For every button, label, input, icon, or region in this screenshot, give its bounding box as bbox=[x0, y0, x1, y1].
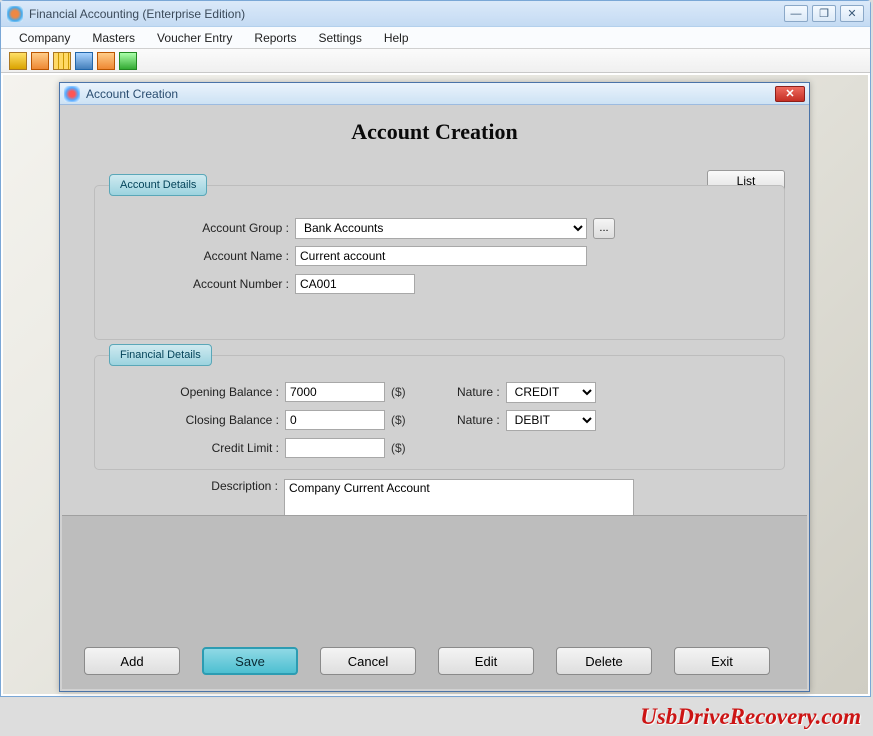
menu-company[interactable]: Company bbox=[9, 29, 80, 47]
closing-balance-input[interactable] bbox=[285, 410, 385, 430]
opening-currency: ($) bbox=[391, 385, 406, 399]
close-window-button[interactable]: ✕ bbox=[840, 5, 864, 22]
account-group-browse-button[interactable]: ... bbox=[593, 218, 615, 239]
app-icon bbox=[7, 6, 23, 22]
dialog-button-bar: Add Save Cancel Edit Delete Exit bbox=[62, 515, 807, 689]
account-creation-dialog: Account Creation ✕ Account Creation List… bbox=[59, 82, 810, 692]
account-details-legend: Account Details bbox=[109, 174, 207, 196]
menu-voucher-entry[interactable]: Voucher Entry bbox=[147, 29, 242, 47]
account-name-label: Account Name : bbox=[165, 249, 295, 263]
closing-balance-label: Closing Balance : bbox=[155, 413, 285, 427]
cancel-button[interactable]: Cancel bbox=[320, 647, 416, 675]
account-details-fieldset: Account Details Account Group : Bank Acc… bbox=[94, 185, 785, 340]
dialog-title-text: Account Creation bbox=[86, 87, 775, 101]
save-button[interactable]: Save bbox=[202, 647, 298, 675]
menu-masters[interactable]: Masters bbox=[82, 29, 145, 47]
window-title: Financial Accounting (Enterprise Edition… bbox=[29, 7, 784, 21]
menu-settings[interactable]: Settings bbox=[308, 29, 371, 47]
titlebar: Financial Accounting (Enterprise Edition… bbox=[1, 1, 870, 27]
dialog-body: Account Creation List Account Details Ac… bbox=[60, 105, 809, 691]
menu-help[interactable]: Help bbox=[374, 29, 419, 47]
closing-currency: ($) bbox=[391, 413, 406, 427]
account-group-select[interactable]: Bank Accounts bbox=[295, 218, 587, 239]
credit-limit-label: Credit Limit : bbox=[155, 441, 285, 455]
dialog-close-button[interactable]: ✕ bbox=[775, 86, 805, 102]
account-name-input[interactable] bbox=[295, 246, 587, 266]
toolbar-calendar-icon[interactable] bbox=[53, 52, 71, 70]
add-button[interactable]: Add bbox=[84, 647, 180, 675]
delete-button[interactable]: Delete bbox=[556, 647, 652, 675]
opening-balance-input[interactable] bbox=[285, 382, 385, 402]
financial-details-legend: Financial Details bbox=[109, 344, 212, 366]
maximize-button[interactable]: ❐ bbox=[812, 5, 836, 22]
exit-button[interactable]: Exit bbox=[674, 647, 770, 675]
financial-details-fieldset: Financial Details Opening Balance : ($) … bbox=[94, 355, 785, 470]
dialog-titlebar: Account Creation ✕ bbox=[60, 83, 809, 105]
nature-opening-select[interactable]: CREDIT bbox=[506, 382, 596, 403]
toolbar-ledger-icon[interactable] bbox=[75, 52, 93, 70]
edit-button[interactable]: Edit bbox=[438, 647, 534, 675]
account-group-label: Account Group : bbox=[165, 221, 295, 235]
menubar: Company Masters Voucher Entry Reports Se… bbox=[1, 27, 870, 49]
nature-closing-select[interactable]: DEBIT bbox=[506, 410, 596, 431]
nature-closing-label: Nature : bbox=[436, 413, 506, 427]
menu-reports[interactable]: Reports bbox=[244, 29, 306, 47]
opening-balance-label: Opening Balance : bbox=[155, 385, 285, 399]
toolbar-report-icon[interactable] bbox=[119, 52, 137, 70]
nature-opening-label: Nature : bbox=[436, 385, 506, 399]
account-number-label: Account Number : bbox=[165, 277, 295, 291]
minimize-button[interactable]: — bbox=[784, 5, 808, 22]
dialog-icon bbox=[64, 86, 80, 102]
credit-limit-currency: ($) bbox=[391, 441, 406, 455]
dialog-heading: Account Creation bbox=[60, 105, 809, 155]
credit-limit-input[interactable] bbox=[285, 438, 385, 458]
account-number-input[interactable] bbox=[295, 274, 415, 294]
watermark-text: UsbDriveRecovery.com bbox=[640, 704, 861, 730]
toolbar-tag-icon[interactable] bbox=[97, 52, 115, 70]
toolbar-edit-icon[interactable] bbox=[31, 52, 49, 70]
toolbar bbox=[1, 49, 870, 73]
toolbar-open-icon[interactable] bbox=[9, 52, 27, 70]
